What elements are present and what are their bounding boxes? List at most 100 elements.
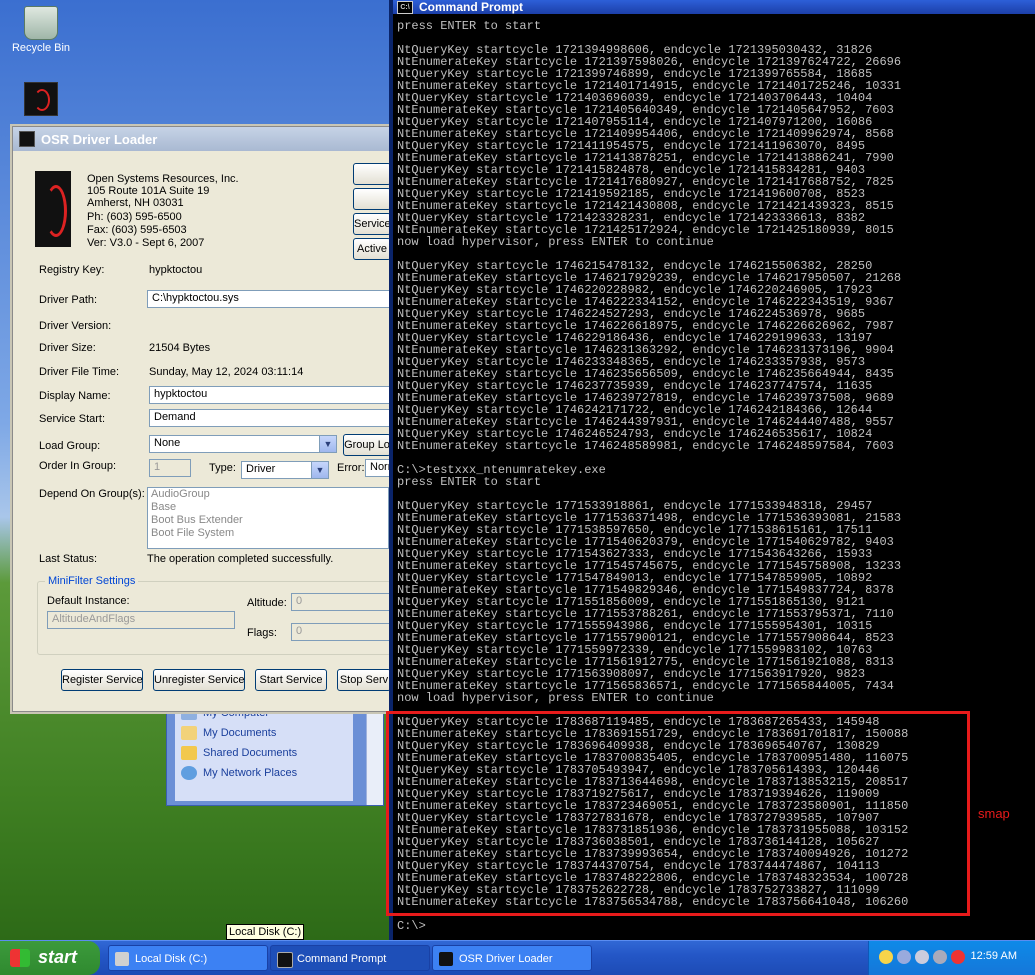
shared-folder-icon xyxy=(181,746,197,760)
last-status-value: The operation completed successfully. xyxy=(147,553,334,565)
chevron-down-icon[interactable]: ▼ xyxy=(311,462,328,478)
cmd-app-icon: C:\ xyxy=(397,0,413,14)
service-start-select[interactable]: Demand xyxy=(149,409,391,427)
side-button-2[interactable] xyxy=(353,188,391,210)
smap-highlight-box xyxy=(386,711,970,916)
order-in-group-label: Order In Group: xyxy=(39,460,117,472)
depend-on-group-label: Depend On Group(s): xyxy=(39,488,145,500)
error-select[interactable]: Norm xyxy=(365,459,391,477)
taskbar-item-local-disk[interactable]: Local Disk (C:) xyxy=(108,945,268,971)
console-line: press ENTER to start xyxy=(397,20,542,33)
unregister-service-button[interactable]: Unregister Service xyxy=(153,669,245,691)
osr-window-title: OSR Driver Loader xyxy=(41,131,158,147)
register-service-button[interactable]: Register Service xyxy=(61,669,143,691)
other-places-panel: My Computer My Documents Shared Document… xyxy=(175,705,353,801)
taskbar-item-osr-driver-loader[interactable]: OSR Driver Loader xyxy=(432,945,592,971)
company-city: Amherst, NH 03031 xyxy=(87,197,184,209)
taskbar-item-label: Local Disk (C:) xyxy=(135,953,208,965)
group-load-button[interactable]: Group Lo xyxy=(343,434,391,456)
console-line: C:\> xyxy=(397,919,426,933)
recycle-bin-icon xyxy=(24,6,58,40)
driver-file-time-value: Sunday, May 12, 2024 03:11:14 xyxy=(149,366,304,378)
driver-size-value: 21504 Bytes xyxy=(149,342,211,354)
app-version: Ver: V3.0 - Sept 6, 2007 xyxy=(87,237,205,249)
tray-icon[interactable] xyxy=(933,950,947,964)
explorer-item-my-documents[interactable]: My Documents xyxy=(181,726,277,740)
last-status-label: Last Status: xyxy=(39,553,98,565)
recycle-bin-label: Recycle Bin xyxy=(11,42,71,54)
explorer-scrollbar[interactable] xyxy=(366,701,383,805)
driver-file-time-label: Driver File Time: xyxy=(39,366,120,378)
clock: 12:59 AM xyxy=(970,950,1017,962)
type-value: Driver xyxy=(246,463,276,475)
default-instance-field[interactable]: AltitudeAndFlags xyxy=(47,611,235,629)
osr-loader-icon xyxy=(24,82,58,116)
security-shield-icon[interactable] xyxy=(879,950,893,964)
cmd-title-bar[interactable]: C:\ Command Prompt xyxy=(393,0,1035,14)
taskbar: start Local Disk (C:) Command Prompt OSR… xyxy=(0,940,1035,975)
altitude-field[interactable]: 0 xyxy=(291,593,391,611)
registry-key-value: hypktoctou xyxy=(149,264,203,276)
list-item[interactable]: AudioGroup xyxy=(148,488,388,501)
start-service-button[interactable]: Start Service xyxy=(255,669,327,691)
active-button[interactable]: Active xyxy=(353,238,391,260)
documents-folder-icon xyxy=(181,726,197,740)
load-group-select[interactable]: None ▼ xyxy=(149,435,337,453)
taskbar-item-command-prompt[interactable]: Command Prompt xyxy=(270,945,430,971)
display-name-field[interactable]: hypktoctou xyxy=(149,386,391,404)
default-instance-label: Default Instance: xyxy=(47,595,130,607)
explorer-item-shared-documents[interactable]: Shared Documents xyxy=(181,746,298,760)
list-item[interactable]: Boot File System xyxy=(148,527,388,540)
load-group-label: Load Group: xyxy=(39,440,101,452)
alert-shield-icon[interactable] xyxy=(951,950,965,964)
windows-logo-icon xyxy=(10,949,30,967)
recycle-bin-desktop-icon[interactable]: Recycle Bin xyxy=(6,6,76,54)
console-line: now load hypervisor, press ENTER to cont… xyxy=(397,691,714,705)
driver-path-label: Driver Path: xyxy=(39,294,98,306)
depend-groups-list[interactable]: AudioGroup Base Boot Bus Extender Boot F… xyxy=(147,487,389,549)
explorer-item-label: My Documents xyxy=(203,727,277,739)
display-name-label: Display Name: xyxy=(39,390,111,402)
network-tray-icon[interactable] xyxy=(897,950,911,964)
console-line: NtEnumerateKey startcycle 1746248589981,… xyxy=(397,439,894,453)
speaker-icon[interactable] xyxy=(915,950,929,964)
taskbar-item-label: Command Prompt xyxy=(297,953,387,965)
flags-label: Flags: xyxy=(247,627,277,639)
list-item[interactable]: Boot Bus Extender xyxy=(148,514,388,527)
network-icon xyxy=(181,766,197,780)
console-line: press ENTER to start xyxy=(397,475,542,489)
minifilter-settings-title: MiniFilter Settings xyxy=(45,575,139,587)
smap-annotation-label: smap xyxy=(978,806,1010,821)
start-button[interactable]: start xyxy=(0,941,100,975)
driver-version-label: Driver Version: xyxy=(39,320,112,332)
load-group-value: None xyxy=(154,437,181,449)
osr-icon xyxy=(439,952,453,966)
altitude-label: Altitude: xyxy=(247,597,287,609)
list-item[interactable]: Base xyxy=(148,501,388,514)
cmd-icon xyxy=(277,952,293,968)
system-tray: 12:59 AM xyxy=(868,941,1035,975)
explorer-item-label: Shared Documents xyxy=(203,747,298,759)
drive-icon xyxy=(115,952,129,966)
type-select[interactable]: Driver ▼ xyxy=(241,461,329,479)
osr-loader-desktop-icon[interactable] xyxy=(6,82,76,118)
explorer-item-label: My Network Places xyxy=(203,767,298,779)
service-button[interactable]: Service xyxy=(353,213,391,235)
company-phone: Ph: (603) 595-6500 xyxy=(87,211,182,223)
company-fax: Fax: (603) 595-6503 xyxy=(87,224,187,236)
chevron-down-icon[interactable]: ▼ xyxy=(319,436,336,452)
driver-path-field[interactable]: C:\hypktoctou.sys xyxy=(147,290,391,308)
explorer-item-my-network-places[interactable]: My Network Places xyxy=(181,766,298,780)
cmd-window-title: Command Prompt xyxy=(419,0,524,14)
taskbar-item-label: OSR Driver Loader xyxy=(459,953,553,965)
side-button-1[interactable] xyxy=(353,163,391,185)
osr-driver-loader-window: OSR Driver Loader Open Systems Resources… xyxy=(12,126,394,712)
tooltip: Local Disk (C:) xyxy=(226,924,305,940)
flags-field[interactable]: 0 xyxy=(291,623,391,641)
order-in-group-spinner[interactable]: 1 xyxy=(149,459,191,477)
company-address: 105 Route 101A Suite 19 xyxy=(87,185,210,197)
stop-service-button[interactable]: Stop Serv xyxy=(337,669,391,691)
driver-size-label: Driver Size: xyxy=(39,342,96,354)
osr-title-bar[interactable]: OSR Driver Loader xyxy=(13,127,393,151)
start-label: start xyxy=(38,947,78,967)
